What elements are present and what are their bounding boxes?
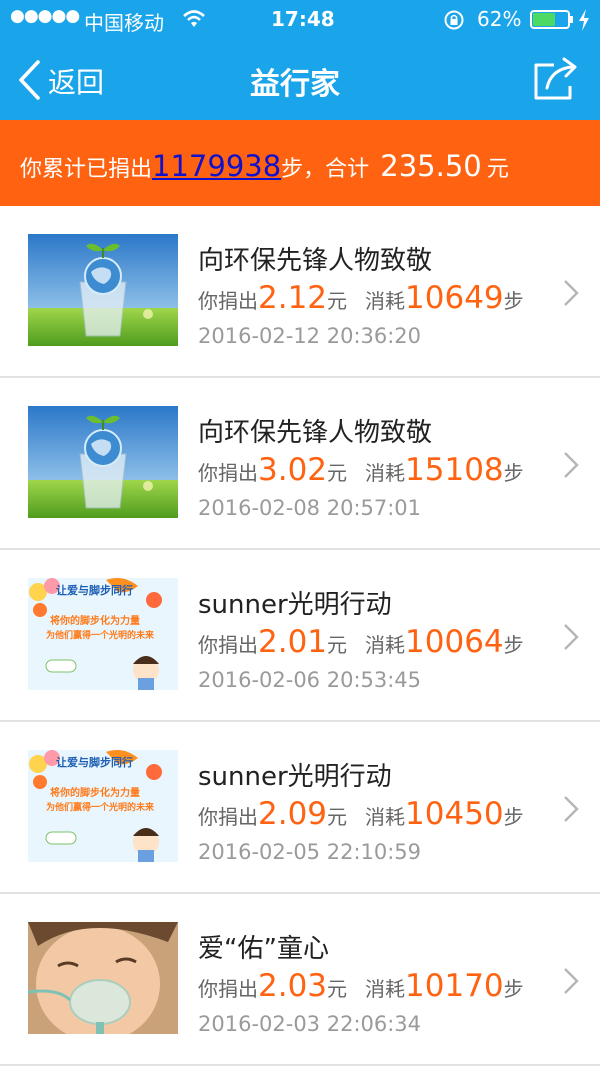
steps-unit: 步: [503, 289, 524, 313]
donate-label: 你捐出: [198, 289, 258, 313]
back-label: 返回: [48, 66, 105, 99]
steps-consumed: 10170: [405, 968, 504, 1004]
baby-mask-thumbnail: [28, 922, 178, 1034]
earth-glass-thumbnail: [28, 234, 178, 346]
steps-consumed: 10649: [405, 280, 504, 316]
amount-unit: 元: [327, 805, 348, 829]
donation-row[interactable]: 向环保先锋人物致敬 你捐出3.02元 消耗15108步 2016-02-08 20…: [0, 378, 600, 550]
chevron-right-icon: [564, 280, 579, 306]
steps-unit: 步: [503, 461, 524, 485]
steps-unit: 步: [503, 633, 524, 657]
banner-line-2: 将你的脚步化为力量: [50, 788, 140, 799]
donation-amount: 2.12: [258, 280, 328, 316]
battery-icon: [530, 10, 570, 29]
donation-datetime: 2016-02-12 20:36:20: [198, 324, 422, 348]
donation-amount: 2.03: [258, 968, 328, 1004]
summary-prefix: 你累计已捐出: [20, 157, 153, 182]
steps-unit: 步: [503, 805, 524, 829]
donation-datetime: 2016-02-08 20:57:01: [198, 496, 422, 520]
amount-unit: 元: [327, 977, 348, 1001]
battery-percentage: 62%: [477, 7, 522, 31]
donation-stats: 你捐出2.01元 消耗10064步: [198, 624, 524, 660]
donation-list: 向环保先锋人物致敬 你捐出2.12元 消耗10649步 2016-02-12 20…: [0, 206, 600, 1066]
amount-unit: 元: [327, 289, 348, 313]
donation-stats: 你捐出2.12元 消耗10649步: [198, 280, 524, 316]
consume-label: 消耗: [365, 977, 406, 1001]
banner-line-1: 让爱与脚步同行: [56, 756, 133, 769]
donation-row[interactable]: 让爱与脚步同行 将你的脚步化为力量 为他们赢得一个光明的未来 sunner光明行…: [0, 722, 600, 894]
sunner-banner-thumbnail: 让爱与脚步同行 将你的脚步化为力量 为他们赢得一个光明的未来: [28, 578, 178, 690]
earth-glass-thumbnail: [28, 406, 178, 518]
battery-level: [533, 13, 555, 26]
donation-title: 向环保先锋人物致敬: [198, 418, 433, 448]
donation-title: sunner光明行动: [198, 590, 392, 620]
donation-stats: 你捐出3.02元 消耗15108步: [198, 452, 524, 488]
page-title: 益行家: [250, 67, 340, 102]
donation-title: 向环保先锋人物致敬: [198, 246, 433, 276]
consume-label: 消耗: [365, 289, 406, 313]
clock-time: 17:48: [271, 7, 335, 31]
steps-consumed: 10064: [405, 624, 504, 660]
chevron-right-icon: [564, 624, 579, 650]
donation-stats: 你捐出2.09元 消耗10450步: [198, 796, 524, 832]
donation-summary: 你累计已捐出1179938步，合计 235.50 元: [0, 120, 600, 206]
donate-label: 你捐出: [198, 461, 258, 485]
chevron-right-icon: [564, 968, 579, 994]
donation-title: sunner光明行动: [198, 762, 392, 792]
share-icon[interactable]: [530, 56, 580, 102]
chevron-left-icon: [19, 60, 40, 100]
battery-tip: [570, 16, 573, 23]
chevron-right-icon: [564, 796, 579, 822]
charging-bolt-icon: [579, 9, 589, 31]
chevron-right-icon: [564, 452, 579, 478]
banner-line-1: 让爱与脚步同行: [56, 584, 133, 597]
donate-label: 你捐出: [198, 633, 258, 657]
carrier-name: 中国移动: [84, 11, 164, 35]
wifi-icon: [183, 10, 205, 27]
back-button[interactable]: 返回: [12, 56, 122, 104]
donation-amount: 2.01: [258, 624, 328, 660]
donation-datetime: 2016-02-06 20:53:45: [198, 668, 422, 692]
sunner-banner-thumbnail: 让爱与脚步同行 将你的脚步化为力量 为他们赢得一个光明的未来: [28, 750, 178, 862]
donation-row[interactable]: 让爱与脚步同行 将你的脚步化为力量 为他们赢得一个光明的未来 sunner光明行…: [0, 550, 600, 722]
donation-stats: 你捐出2.03元 消耗10170步: [198, 968, 524, 1004]
donate-label: 你捐出: [198, 805, 258, 829]
rotation-lock-icon: [444, 10, 464, 30]
donation-amount: 2.09: [258, 796, 328, 832]
consume-label: 消耗: [365, 633, 406, 657]
signal-strength-icon: ●●●●●: [10, 6, 80, 26]
total-amount: 235.50: [380, 149, 482, 183]
steps-consumed: 15108: [405, 452, 504, 488]
donate-label: 你捐出: [198, 977, 258, 1001]
steps-consumed: 10450: [405, 796, 504, 832]
donation-title: 爱“佑”童心: [198, 934, 329, 964]
amount-unit: 元: [327, 633, 348, 657]
donation-row[interactable]: 爱“佑”童心 你捐出2.03元 消耗10170步 2016-02-03 22:06…: [0, 894, 600, 1066]
consume-label: 消耗: [365, 461, 406, 485]
navigation-bar: 返回 益行家: [0, 40, 600, 120]
summary-suffix: 元: [486, 157, 509, 182]
status-bar: ●●●●● 中国移动 17:48 62%: [0, 0, 600, 40]
donation-datetime: 2016-02-05 22:10:59: [198, 840, 422, 864]
summary-middle: 步，合计: [281, 157, 370, 182]
banner-line-3: 为他们赢得一个光明的未来: [46, 803, 155, 813]
donation-amount: 3.02: [258, 452, 328, 488]
donation-row[interactable]: 向环保先锋人物致敬 你捐出2.12元 消耗10649步 2016-02-12 20…: [0, 206, 600, 378]
total-steps-link[interactable]: 1179938: [152, 149, 281, 183]
steps-unit: 步: [503, 977, 524, 1001]
donation-datetime: 2016-02-03 22:06:34: [198, 1012, 422, 1036]
consume-label: 消耗: [365, 805, 406, 829]
amount-unit: 元: [327, 461, 348, 485]
banner-line-2: 将你的脚步化为力量: [50, 616, 140, 627]
banner-line-3: 为他们赢得一个光明的未来: [46, 631, 155, 641]
